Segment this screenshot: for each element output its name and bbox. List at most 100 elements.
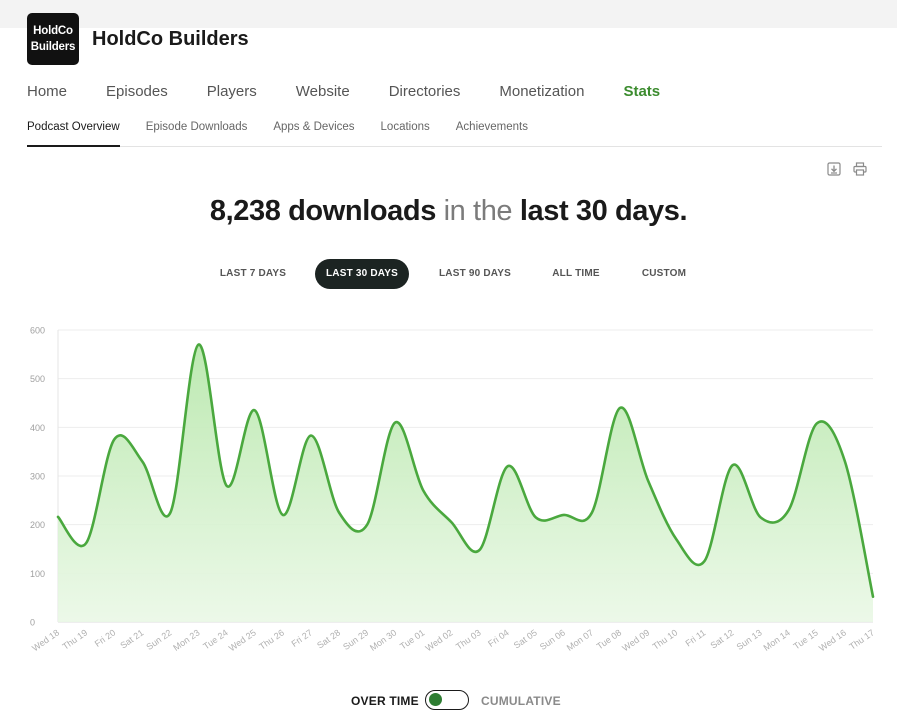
range-last-7-days[interactable]: LAST 7 DAYS — [212, 259, 294, 289]
data-point-16[interactable] — [505, 463, 511, 469]
downloads-chart: 0 100 200 300 400 500 600 Wed 18 Thu 19 Fri 20 Sa… — [0, 315, 897, 670]
data-point-10[interactable] — [336, 510, 342, 516]
x-tick-label: Sun 29 — [341, 627, 370, 652]
data-point-7[interactable] — [252, 407, 258, 413]
downloads-count: 8,238 downloads — [209, 195, 436, 227]
date-range-selector: LAST 7 DAYS LAST 30 DAYS LAST 90 DAYS AL… — [0, 259, 897, 289]
y-tick-label: 200 — [30, 520, 45, 530]
tab-achievements[interactable]: Achievements — [456, 118, 528, 147]
data-point-27[interactable] — [814, 420, 820, 426]
nav-home[interactable]: Home — [27, 82, 67, 102]
data-point-2[interactable] — [111, 437, 117, 443]
data-point-22[interactable] — [673, 536, 679, 542]
x-tick-label: Thu 10 — [651, 627, 680, 651]
nav-players[interactable]: Players — [207, 82, 257, 102]
x-tick-label: Sat 05 — [512, 627, 539, 650]
nav-episodes[interactable]: Episodes — [106, 82, 168, 102]
y-tick-label: 600 — [30, 326, 45, 336]
x-tick-label: Thu 19 — [61, 627, 90, 651]
tab-apps-devices[interactable]: Apps & Devices — [273, 118, 354, 147]
x-tick-label: Thu 26 — [257, 627, 286, 651]
data-point-17[interactable] — [533, 514, 539, 520]
data-point-18[interactable] — [561, 512, 567, 518]
data-point-9[interactable] — [308, 433, 314, 439]
data-point-23[interactable] — [701, 558, 707, 564]
mode-switch[interactable] — [425, 690, 469, 710]
y-tick-label: 400 — [30, 423, 45, 433]
stats-sub-nav: Podcast Overview Episode Downloads Apps … — [27, 118, 882, 147]
data-point-11[interactable] — [364, 522, 370, 528]
x-tick-label: Sun 06 — [538, 627, 567, 652]
y-tick-label: 300 — [30, 472, 45, 482]
x-tick-label: Tue 08 — [595, 627, 623, 651]
data-point-19[interactable] — [589, 510, 595, 516]
range-custom[interactable]: CUSTOM — [632, 259, 696, 289]
data-point-12[interactable] — [392, 419, 398, 425]
data-point-29[interactable] — [870, 594, 876, 600]
nav-directories[interactable]: Directories — [389, 82, 461, 102]
data-point-21[interactable] — [645, 478, 651, 484]
switch-knob — [429, 693, 442, 706]
x-tick-label: Wed 16 — [817, 627, 848, 653]
data-point-0[interactable] — [55, 514, 61, 520]
chart-tools — [827, 162, 867, 176]
chart-mode-toggle: OVER TIME CUMULATIVE — [0, 688, 897, 712]
data-point-6[interactable] — [224, 483, 230, 489]
x-tick-label: Mon 07 — [565, 627, 595, 652]
x-tick-label: Mon 30 — [368, 627, 398, 652]
data-point-5[interactable] — [196, 342, 202, 348]
tab-episode-downloads[interactable]: Episode Downloads — [146, 118, 248, 147]
range-last-30-days[interactable]: LAST 30 DAYS — [315, 259, 409, 289]
range-all-time[interactable]: ALL TIME — [542, 259, 610, 289]
data-point-25[interactable] — [758, 514, 764, 520]
podcast-logo[interactable]: HoldCo Builders — [27, 13, 79, 65]
data-point-14[interactable] — [448, 519, 454, 525]
x-tick-label: Sun 22 — [144, 627, 173, 652]
x-tick-label: Thu 03 — [454, 627, 483, 651]
podcast-title: HoldCo Builders — [92, 27, 249, 50]
data-point-20[interactable] — [617, 405, 623, 411]
headline-connector: in the — [443, 195, 513, 227]
nav-stats[interactable]: Stats — [623, 82, 660, 102]
podcast-header: HoldCo Builders HoldCo Builders — [27, 13, 249, 65]
data-point-13[interactable] — [420, 488, 426, 494]
over-time-label[interactable]: OVER TIME — [351, 694, 419, 708]
data-point-1[interactable] — [83, 540, 89, 546]
downloads-headline: 8,238 downloads in the last 30 days. — [0, 195, 897, 228]
x-tick-label: Wed 18 — [30, 627, 61, 653]
nav-website[interactable]: Website — [296, 82, 350, 102]
y-tick-label: 100 — [30, 569, 45, 579]
x-tick-label: Sat 12 — [709, 627, 736, 650]
x-tick-label: Wed 09 — [620, 627, 651, 653]
x-tick-label: Mon 14 — [762, 627, 792, 652]
x-tick-label: Wed 25 — [227, 627, 258, 653]
data-point-8[interactable] — [280, 512, 286, 518]
tab-locations[interactable]: Locations — [381, 118, 430, 147]
logo-line-1: HoldCo — [33, 25, 73, 37]
y-tick-label: 0 — [30, 618, 35, 628]
x-tick-label: Fri 04 — [486, 627, 511, 648]
data-point-15[interactable] — [477, 547, 483, 553]
data-point-26[interactable] — [786, 507, 792, 513]
x-tick-label: Tue 24 — [201, 627, 229, 651]
tab-podcast-overview[interactable]: Podcast Overview — [27, 118, 120, 147]
data-point-4[interactable] — [167, 510, 173, 516]
x-axis-ticks: Wed 18 Thu 19 Fri 20 Sat 21Sun 22Mon 23 Tue … — [30, 627, 876, 653]
x-tick-label: Sat 21 — [118, 627, 145, 650]
nav-monetization[interactable]: Monetization — [499, 82, 584, 102]
data-point-24[interactable] — [729, 462, 735, 468]
x-tick-label: Tue 01 — [398, 627, 426, 651]
data-point-3[interactable] — [139, 458, 145, 464]
headline-period: last 30 days. — [519, 195, 688, 227]
x-tick-label: Fri 11 — [683, 627, 707, 648]
x-tick-label: Tue 15 — [792, 627, 820, 651]
download-icon[interactable] — [827, 162, 841, 176]
x-tick-label: Fri 27 — [289, 627, 314, 648]
cumulative-label[interactable]: CUMULATIVE — [481, 694, 561, 708]
data-point-28[interactable] — [842, 458, 848, 464]
x-tick-label: Thu 17 — [847, 627, 876, 651]
downloads-chart-svg: 0100200300400500600 Wed 18 Thu 19 Fri 20 Sa… — [30, 326, 876, 654]
range-last-90-days[interactable]: LAST 90 DAYS — [430, 259, 520, 289]
x-tick-label: Mon 23 — [171, 627, 201, 652]
print-icon[interactable] — [853, 162, 867, 176]
